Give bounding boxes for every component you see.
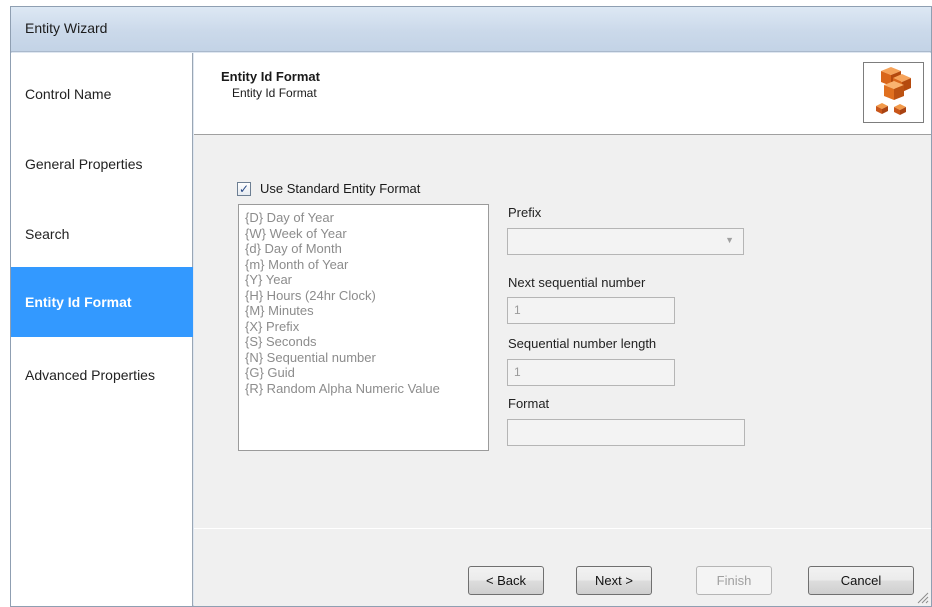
back-button[interactable]: < Back [468,566,544,595]
use-standard-format-checkbox[interactable]: ✓ [237,181,251,196]
entity-wizard-window: Entity Wizard Control Name General Prope… [10,6,932,607]
finish-button[interactable]: Finish [696,566,772,595]
chevron-down-icon: ▼ [725,235,734,245]
sidebar-item-control-name[interactable]: Control Name [11,59,193,129]
next-button[interactable]: Next > [576,566,652,595]
list-item[interactable]: {S} Seconds [245,334,482,350]
cancel-button[interactable]: Cancel [808,566,914,595]
sidebar-item-search[interactable]: Search [11,199,193,269]
next-sequential-number-value: 1 [514,303,521,317]
window-title: Entity Wizard [25,20,108,36]
next-sequential-number-label: Next sequential number [508,275,646,290]
list-item[interactable]: {G} Guid [245,365,482,381]
list-item[interactable]: {Y} Year [245,272,482,288]
sequential-number-length-label: Sequential number length [508,336,657,351]
main-panel: Entity Id Format Entity Id Format ✓ Use … [194,53,931,606]
sidebar-item-advanced-properties[interactable]: Advanced Properties [11,340,193,410]
list-item[interactable]: {m} Month of Year [245,257,482,273]
list-item[interactable]: {W} Week of Year [245,226,482,242]
orange-cubes-icon [876,67,911,115]
wizard-sidebar: Control Name General Properties Search E… [11,53,193,606]
sidebar-item-label: Search [25,226,70,242]
next-sequential-number-field[interactable]: 1 [507,297,675,324]
format-field[interactable] [507,419,745,446]
list-item[interactable]: {M} Minutes [245,303,482,319]
sidebar-item-label: Control Name [25,86,112,102]
checkmark-icon: ✓ [238,181,250,196]
list-item[interactable]: {D} Day of Year [245,210,482,226]
prefix-dropdown[interactable]: ▼ [507,228,744,255]
sidebar-item-label: Entity Id Format [25,294,132,310]
list-item[interactable]: {d} Day of Month [245,241,482,257]
sidebar-item-label: Advanced Properties [25,367,155,383]
sequential-number-length-value: 1 [514,365,521,379]
format-label: Format [508,396,550,411]
page-subtitle: Entity Id Format [232,86,317,100]
resize-grip-icon[interactable] [915,590,929,604]
title-bar[interactable]: Entity Wizard [11,7,931,52]
use-standard-format-checkbox-row[interactable]: ✓ Use Standard Entity Format [237,181,420,196]
sidebar-item-label: General Properties [25,156,143,172]
wizard-logo [863,62,924,123]
list-item[interactable]: {N} Sequential number [245,350,482,366]
sequential-number-length-field[interactable]: 1 [507,359,675,386]
list-item[interactable]: {X} Prefix [245,319,482,335]
page-header: Entity Id Format Entity Id Format [194,53,931,135]
list-item[interactable]: {R} Random Alpha Numeric Value [245,381,482,397]
format-token-list[interactable]: {D} Day of Year {W} Week of Year {d} Day… [238,204,489,451]
sidebar-item-entity-id-format[interactable]: Entity Id Format [11,267,193,337]
use-standard-format-label: Use Standard Entity Format [260,181,421,196]
footer-divider [194,528,931,529]
sidebar-item-general-properties[interactable]: General Properties [11,129,193,199]
prefix-label: Prefix [508,205,542,220]
list-item[interactable]: {H} Hours (24hr Clock) [245,288,482,304]
page-title: Entity Id Format [221,69,320,84]
